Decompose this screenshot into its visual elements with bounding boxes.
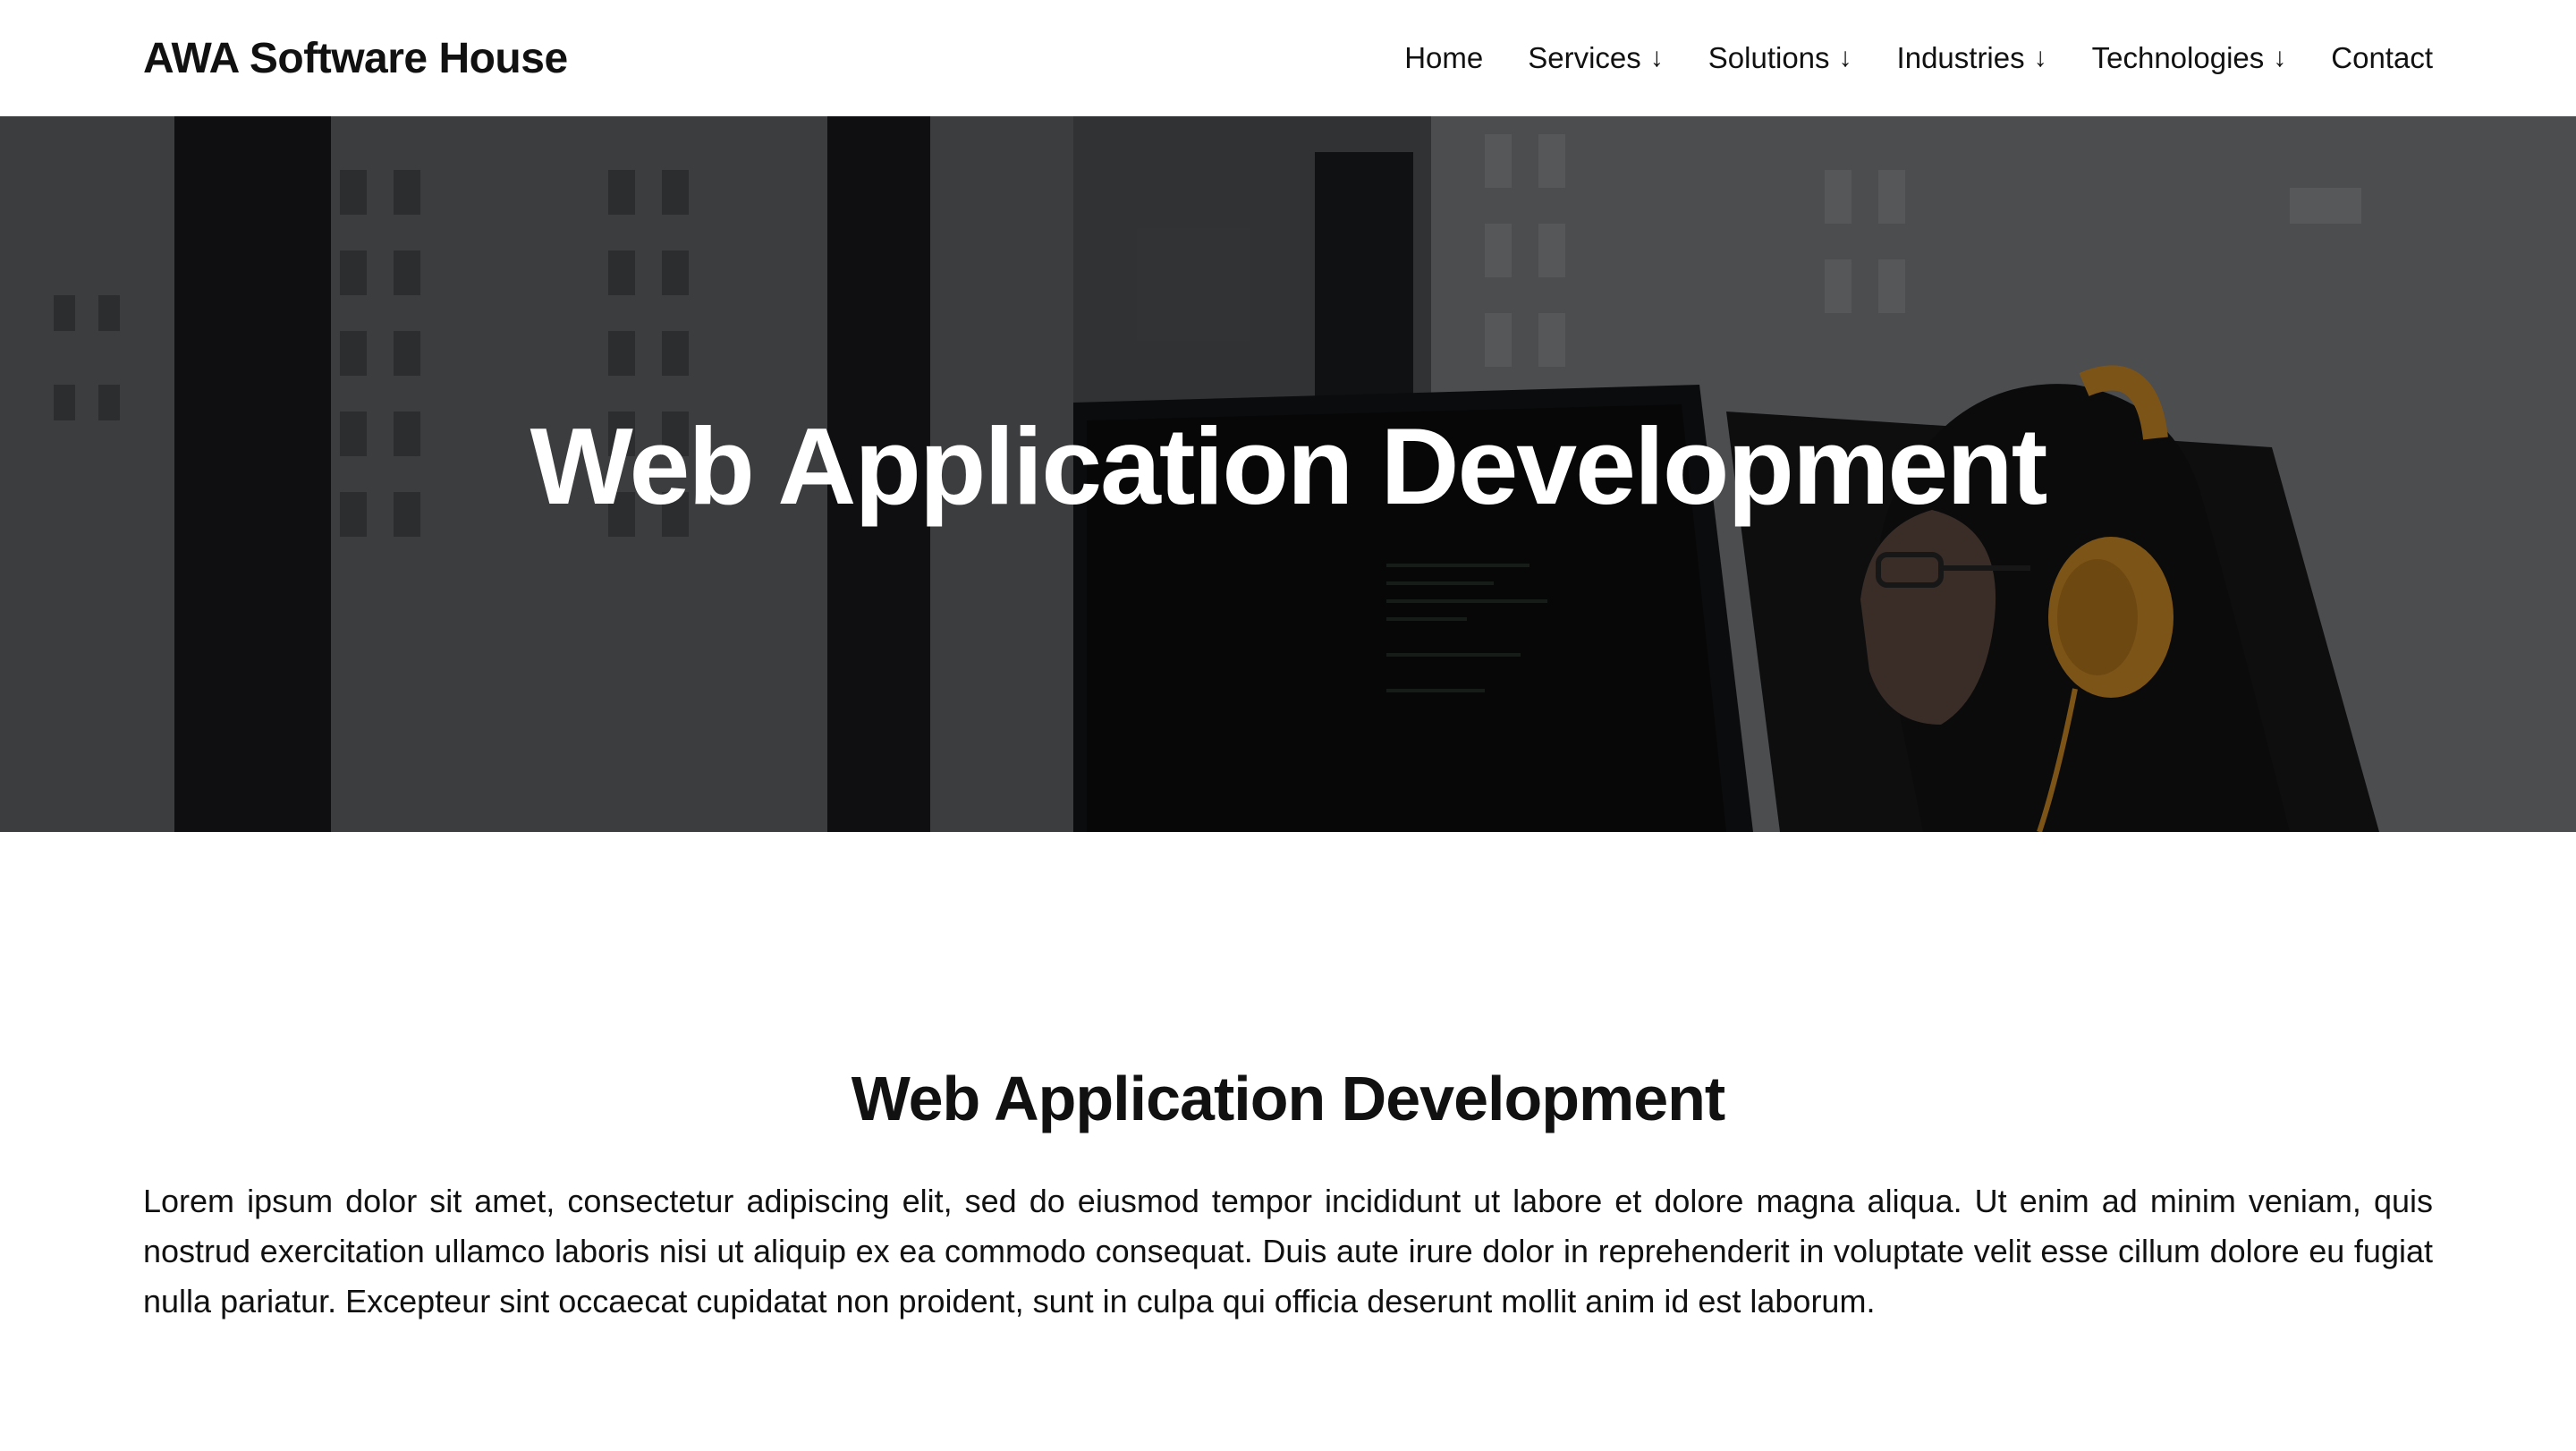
nav-item-label: Technologies xyxy=(2091,41,2265,74)
nav-item-label: Services xyxy=(1528,41,1641,74)
site-header: AWA Software House Home Services ↓ Solut… xyxy=(0,0,2576,116)
hero-title: Web Application Development xyxy=(530,405,2048,527)
nav-item-industries[interactable]: Industries ↓ xyxy=(1897,41,2047,75)
brand-logo-link[interactable]: AWA Software House xyxy=(143,34,568,83)
nav-item-services[interactable]: Services ↓ xyxy=(1528,41,1664,75)
section-title: Web Application Development xyxy=(851,1064,1725,1133)
nav-item-solutions[interactable]: Solutions ↓ xyxy=(1708,41,1852,75)
arrow-down-icon: ↓ xyxy=(1838,43,1852,72)
nav-item-label: Solutions xyxy=(1707,41,1830,74)
nav-item-label: Contact xyxy=(2331,41,2433,74)
arrow-down-icon: ↓ xyxy=(1649,43,1664,72)
nav-item-label: Industries xyxy=(1896,41,2025,74)
nav-item-technologies[interactable]: Technologies ↓ xyxy=(2092,41,2287,75)
arrow-down-icon: ↓ xyxy=(2273,43,2287,72)
arrow-down-icon: ↓ xyxy=(2033,43,2047,72)
nav-item-contact[interactable]: Contact xyxy=(2331,41,2433,75)
nav-item-label: Home xyxy=(1404,41,1484,74)
section-body-text: Lorem ipsum dolor sit amet, consectetur … xyxy=(143,1183,2433,1319)
hero-banner: Web Application Development xyxy=(0,116,2576,832)
nav-item-home[interactable]: Home xyxy=(1404,41,1483,75)
main-nav: Home Services ↓ Solutions ↓ Industries ↓… xyxy=(1360,41,2433,75)
main-content: Web Application Development Lorem ipsum … xyxy=(143,832,2433,1327)
